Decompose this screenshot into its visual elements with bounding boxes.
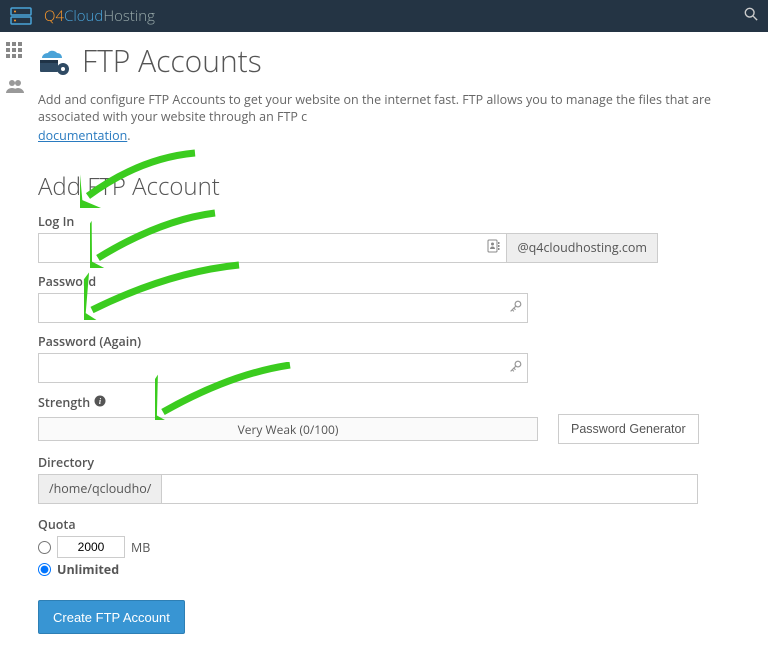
password-generator-button[interactable]: Password Generator	[558, 414, 699, 444]
password-label: Password	[38, 273, 754, 290]
strength-meter: Very Weak (0/100)	[38, 417, 538, 441]
page-title-row: FTP Accounts	[38, 40, 754, 81]
brand-text: Q4CloudHosting	[44, 6, 155, 26]
quota-unit: MB	[131, 539, 150, 556]
documentation-link[interactable]: documentation	[38, 127, 127, 144]
search-icon[interactable]	[744, 7, 758, 26]
ftp-icon	[38, 44, 72, 78]
strength-label: Strength i	[38, 394, 106, 411]
login-domain-suffix: @q4cloudhosting.com	[507, 233, 658, 263]
users-icon[interactable]	[6, 78, 24, 96]
login-label: Log In	[38, 213, 754, 230]
grid-icon[interactable]	[6, 42, 24, 60]
sidebar	[0, 32, 30, 658]
login-input[interactable]	[38, 233, 507, 263]
quota-value-input[interactable]	[57, 536, 125, 558]
page-title: FTP Accounts	[82, 40, 262, 81]
quota-radio-unlimited[interactable]	[38, 563, 51, 576]
brand-icon	[10, 6, 38, 26]
directory-prefix: /home/qcloudho/	[38, 474, 161, 504]
quota-label: Quota	[38, 516, 754, 533]
key-icon	[509, 359, 522, 377]
directory-input[interactable]	[161, 474, 698, 504]
contact-icon[interactable]	[487, 239, 501, 257]
intro-text: Add and configure FTP Accounts to get yo…	[38, 91, 754, 125]
key-icon	[509, 299, 522, 317]
directory-label: Directory	[38, 454, 754, 471]
quota-unlimited-label: Unlimited	[57, 561, 119, 578]
section-title: Add FTP Account	[38, 170, 754, 203]
brand: Q4CloudHosting	[10, 6, 155, 26]
password-again-input[interactable]	[38, 353, 528, 383]
password-again-label: Password (Again)	[38, 333, 754, 350]
info-icon[interactable]: i	[94, 394, 106, 411]
password-input[interactable]	[38, 293, 528, 323]
top-bar: Q4CloudHosting	[0, 0, 768, 32]
create-ftp-account-button[interactable]: Create FTP Account	[38, 600, 185, 634]
doc-line: documentation.	[38, 127, 754, 144]
quota-radio-limited[interactable]	[38, 541, 51, 554]
